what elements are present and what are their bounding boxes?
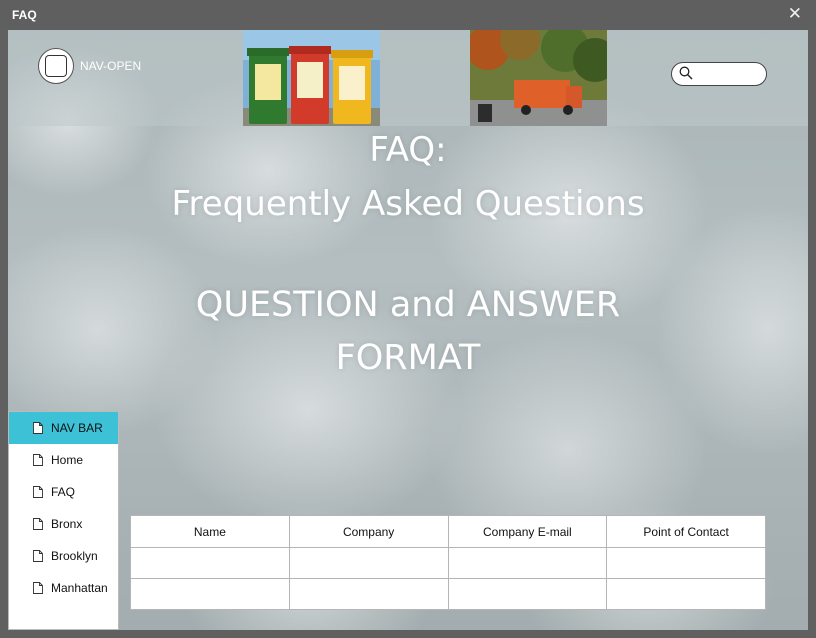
sidebar-item-brooklyn[interactable]: Brooklyn (9, 540, 118, 572)
search-input[interactable] (696, 65, 762, 83)
close-icon[interactable]: ✕ (788, 4, 802, 24)
table-cell[interactable] (288, 578, 449, 610)
table-cell[interactable] (288, 547, 449, 579)
search-icon (679, 66, 693, 80)
column-header-point-of-contact: Point of Contact (606, 515, 766, 548)
garbage-truck-photo (470, 30, 607, 126)
table-cell[interactable] (130, 547, 290, 579)
table-row (130, 578, 766, 610)
sidebar-item-faq[interactable]: FAQ (9, 476, 118, 508)
document-icon (33, 550, 43, 562)
table-cell[interactable] (130, 578, 290, 610)
column-header-company: Company (288, 515, 449, 548)
table-header-row: Name Company Company E-mail Point of Con… (130, 515, 766, 548)
column-header-company-email: Company E-mail (447, 515, 608, 548)
sidebar-item-label: NAV BAR (51, 421, 103, 435)
sidebar-item-label: Bronx (51, 517, 83, 531)
document-icon (33, 582, 43, 594)
sidebar-item-label: FAQ (51, 485, 76, 499)
table-cell[interactable] (447, 547, 608, 579)
document-icon (33, 454, 43, 466)
table-cell[interactable] (447, 578, 608, 610)
waste-bins-photo (243, 30, 380, 126)
table-row (130, 547, 766, 579)
document-icon (33, 518, 43, 530)
search-box[interactable] (671, 62, 767, 86)
document-icon (33, 422, 43, 434)
nav-open-label: NAV-OPEN (80, 59, 142, 73)
page-subtitle-line-2: FORMAT (335, 338, 481, 378)
sidebar-item-nav-bar[interactable]: NAV BAR (9, 412, 118, 444)
table-cell[interactable] (606, 547, 766, 579)
window-titlebar: FAQ ✕ (0, 0, 816, 30)
page-title-line-2: Frequently Asked Questions (171, 184, 645, 224)
side-navigation: NAV BAR Home FAQ Bronx Brooklyn Manhatta… (8, 411, 119, 630)
window-title: FAQ (12, 8, 37, 22)
sidebar-item-home[interactable]: Home (9, 444, 118, 476)
sidebar-item-bronx[interactable]: Bronx (9, 508, 118, 540)
sidebar-item-label: Brooklyn (51, 549, 98, 563)
nav-open-icon (38, 48, 74, 84)
nav-open-button[interactable]: NAV-OPEN (38, 48, 141, 84)
page-title-line-1: FAQ: (369, 130, 447, 170)
table-cell[interactable] (606, 578, 766, 610)
app-canvas: NAV-OPEN FAQ: Frequently Asked Questions… (8, 30, 808, 630)
document-icon (33, 486, 43, 498)
sidebar-item-label: Manhattan (51, 581, 108, 595)
page-subtitle-line-1: QUESTION and ANSWER (195, 285, 621, 325)
contact-table: Name Company Company E-mail Point of Con… (130, 515, 766, 610)
sidebar-item-label: Home (51, 453, 84, 467)
column-header-name: Name (130, 515, 290, 548)
sidebar-item-manhattan[interactable]: Manhattan (9, 572, 118, 604)
